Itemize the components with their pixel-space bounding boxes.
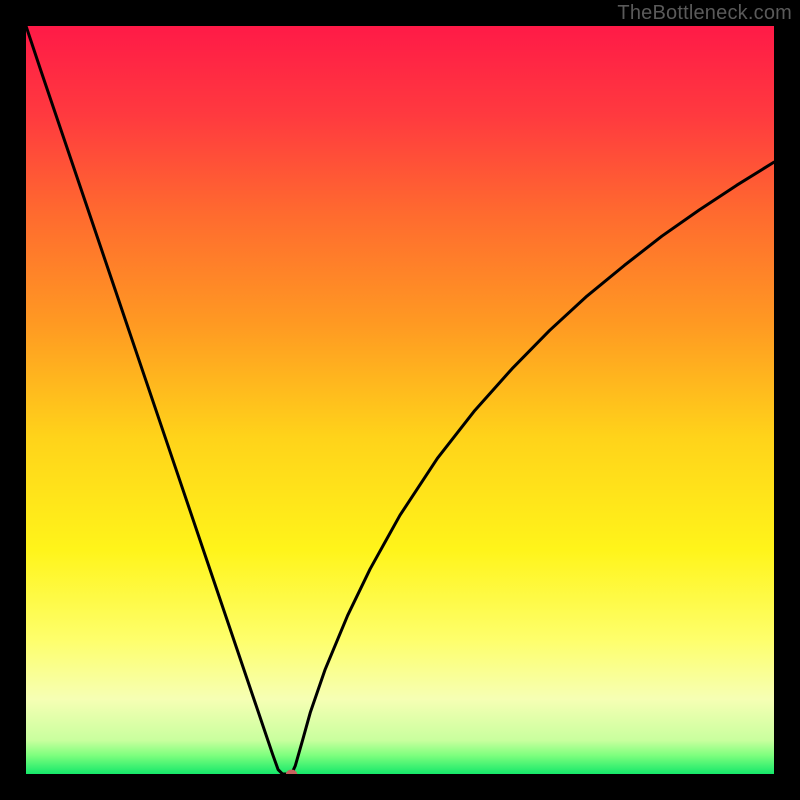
watermark-label: TheBottleneck.com <box>617 2 792 25</box>
chart-background <box>26 26 774 774</box>
chart-frame: TheBottleneck.com <box>0 0 800 800</box>
bottleneck-chart <box>26 26 774 774</box>
